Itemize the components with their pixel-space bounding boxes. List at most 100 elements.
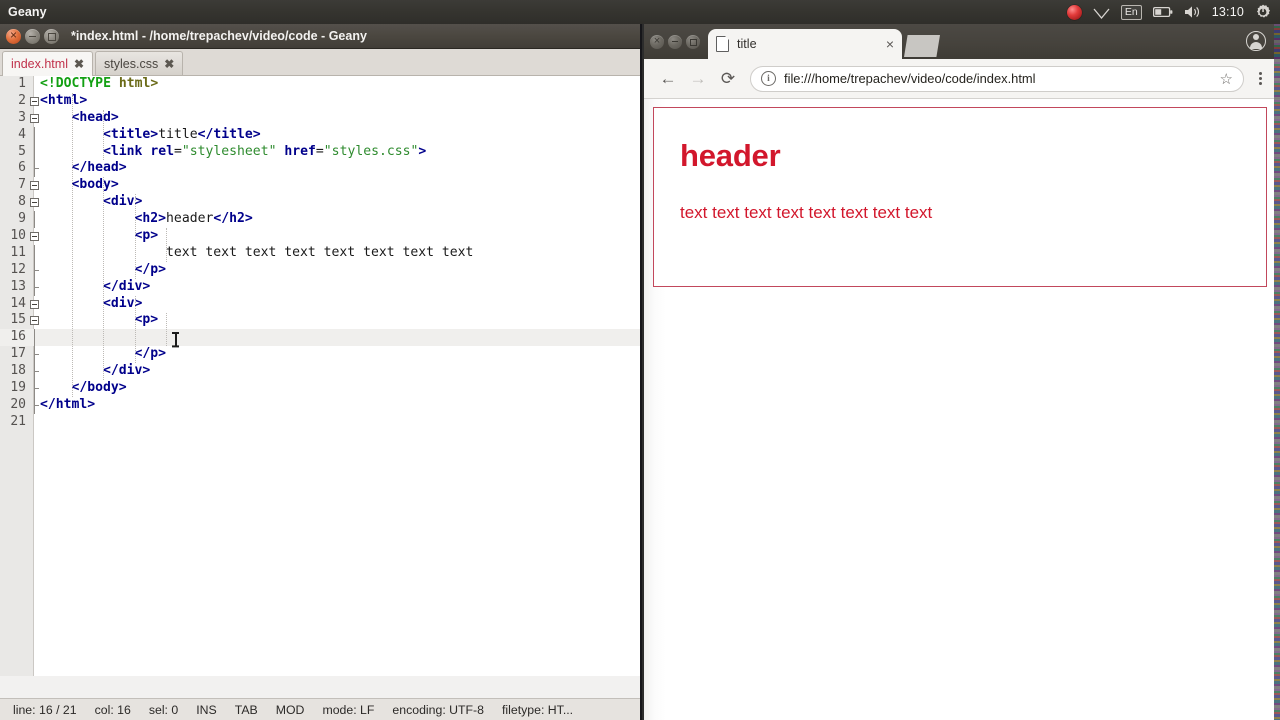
- new-tab-button[interactable]: [904, 35, 940, 57]
- fold-toggle-icon[interactable]: [30, 316, 39, 325]
- geany-tab-close-icon[interactable]: ✖: [74, 57, 84, 71]
- geany-tab-close-icon[interactable]: ✖: [164, 57, 174, 71]
- fold-end-marker: [34, 270, 39, 271]
- code-token: "styles.css": [324, 144, 419, 159]
- code-text: </head>: [72, 160, 127, 177]
- fold-end-marker: [34, 371, 39, 372]
- code-token: <title>: [103, 127, 158, 142]
- line-number: 4: [0, 127, 26, 144]
- text-cursor-ibeam: [172, 332, 179, 347]
- code-token: <!DOCTYPE: [40, 76, 119, 91]
- line-number: 15: [0, 312, 26, 329]
- code-line[interactable]: 11text text text text text text text tex…: [0, 245, 640, 262]
- code-line[interactable]: 12</p>: [0, 262, 640, 279]
- code-token: </h2>: [213, 211, 252, 226]
- address-bar-url[interactable]: file:///home/trepachev/video/code/index.…: [784, 71, 1220, 86]
- fold-toggle-icon[interactable]: [30, 300, 39, 309]
- code-text: <title>title</title>: [103, 127, 261, 144]
- geany-minimize-button[interactable]: [25, 29, 40, 44]
- code-line[interactable]: 1<!DOCTYPE html>: [0, 76, 640, 93]
- code-token: </div>: [103, 363, 150, 378]
- code-line[interactable]: 8 <div>: [0, 194, 640, 211]
- code-token: </head>: [72, 160, 127, 175]
- line-number: 14: [0, 296, 26, 313]
- back-button[interactable]: ←: [654, 65, 682, 93]
- code-line[interactable]: 14<div>: [0, 296, 640, 313]
- code-line[interactable]: 18</div>: [0, 363, 640, 380]
- code-text: <!DOCTYPE html>: [40, 76, 158, 93]
- fold-toggle-icon[interactable]: [30, 114, 39, 123]
- fold-end-marker: [34, 287, 39, 288]
- geany-document-tabbar: index.html✖styles.css✖: [0, 49, 640, 76]
- geany-code-editor[interactable]: 1<!DOCTYPE html>2<html>3<head>4 <title>ti…: [0, 76, 640, 676]
- bookmark-star-icon[interactable]: ☆: [1220, 70, 1233, 88]
- browser-tab-close-icon[interactable]: ×: [882, 37, 894, 51]
- account-avatar-icon[interactable]: [1246, 31, 1266, 51]
- volume-icon[interactable]: [1184, 0, 1201, 24]
- page-heading: header: [680, 108, 1240, 174]
- code-line[interactable]: 9<h2>header</h2>: [0, 211, 640, 228]
- geany-tab-styles-css[interactable]: styles.css✖: [95, 51, 183, 75]
- code-token: =: [316, 144, 324, 159]
- code-line[interactable]: 19 </body>: [0, 380, 640, 397]
- record-dot-icon[interactable]: [1067, 0, 1082, 24]
- browser-maximize-button[interactable]: [686, 35, 700, 49]
- fold-toggle-icon[interactable]: [30, 198, 39, 207]
- code-token: <div>: [103, 194, 142, 209]
- line-number: 17: [0, 346, 26, 363]
- wifi-icon[interactable]: [1093, 0, 1110, 24]
- code-line[interactable]: 4 <title>title</title>: [0, 127, 640, 144]
- page-paragraph: text text text text text text text text: [680, 174, 1240, 223]
- code-token: header: [166, 211, 213, 226]
- indent-guide: [135, 296, 136, 364]
- browser-minimize-button[interactable]: [668, 35, 682, 49]
- gear-power-icon[interactable]: [1255, 0, 1271, 24]
- geany-close-button[interactable]: [6, 29, 21, 44]
- line-number: 8: [0, 194, 26, 211]
- code-line[interactable]: 17</p>: [0, 346, 640, 363]
- code-line[interactable]: 21: [0, 414, 640, 431]
- keyboard-layout-indicator[interactable]: En: [1121, 0, 1142, 24]
- browser-close-button[interactable]: [650, 35, 664, 49]
- code-token: rel: [150, 144, 174, 159]
- code-line[interactable]: 6</head>: [0, 160, 640, 177]
- site-info-icon[interactable]: i: [761, 71, 776, 86]
- geany-tab-label: index.html: [11, 57, 68, 71]
- status-insert-mode: INS: [187, 703, 226, 717]
- code-line[interactable]: 2<html>: [0, 93, 640, 110]
- panel-app-name[interactable]: Geany: [8, 5, 47, 19]
- fold-toggle-icon[interactable]: [30, 232, 39, 241]
- reload-button[interactable]: ⟳: [714, 65, 742, 93]
- code-token: </div>: [103, 279, 150, 294]
- browser-tab[interactable]: title ×: [708, 29, 902, 59]
- geany-tab-index-html[interactable]: index.html ✖: [2, 51, 93, 76]
- line-number: 19: [0, 380, 26, 397]
- code-content[interactable]: 1<!DOCTYPE html>2<html>3<head>4 <title>ti…: [0, 76, 640, 676]
- fold-end-marker: [34, 354, 39, 355]
- code-text: </body>: [72, 380, 127, 397]
- fold-toggle-icon[interactable]: [30, 181, 39, 190]
- line-number: 2: [0, 93, 26, 110]
- address-bar[interactable]: i file:///home/trepachev/video/code/inde…: [750, 66, 1244, 92]
- code-line[interactable]: 20</html>: [0, 397, 640, 414]
- kebab-menu-icon[interactable]: [1250, 72, 1270, 86]
- fold-toggle-icon[interactable]: [30, 97, 39, 106]
- forward-button[interactable]: →: [684, 65, 712, 93]
- indent-guide: [72, 93, 73, 397]
- indent-guide: [103, 110, 104, 161]
- line-number: 13: [0, 279, 26, 296]
- battery-icon[interactable]: [1153, 0, 1173, 24]
- code-line[interactable]: 10<p>: [0, 228, 640, 245]
- code-line[interactable]: 5<link rel="stylesheet" href="styles.css…: [0, 144, 640, 161]
- browser-tab-title: title: [737, 37, 882, 51]
- line-number: 12: [0, 262, 26, 279]
- code-line[interactable]: 7<body>: [0, 177, 640, 194]
- code-line[interactable]: 13 </div>: [0, 279, 640, 296]
- code-token: title: [158, 127, 197, 142]
- clock[interactable]: 13:10: [1212, 0, 1244, 24]
- geany-maximize-button[interactable]: [44, 29, 59, 44]
- fold-guide-line: [34, 211, 35, 228]
- code-line[interactable]: 3<head>: [0, 110, 640, 127]
- code-line[interactable]: 15<p>: [0, 312, 640, 329]
- code-line[interactable]: 16: [0, 329, 640, 346]
